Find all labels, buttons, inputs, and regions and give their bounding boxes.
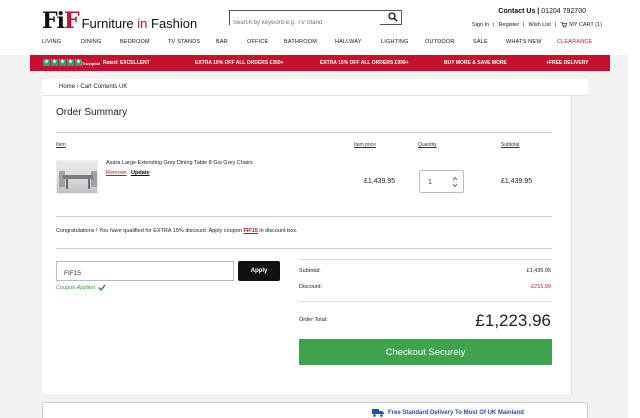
star-icon: ★: [75, 59, 82, 66]
breadcrumb: Home › Cart Contents UK: [42, 79, 588, 96]
checkmark-icon: [98, 284, 106, 291]
promo-offer-3[interactable]: BUY MORE & SAVE MORE: [444, 60, 507, 66]
divider: [56, 132, 552, 133]
site-logo[interactable]: FiF Furniture in Fashion: [42, 8, 197, 34]
item-price: £1,439.95: [364, 178, 396, 185]
phone-number: 01204 792700: [541, 8, 586, 15]
col-header-price: Item price: [354, 142, 376, 148]
nav-bathroom[interactable]: BATHROOM: [284, 39, 317, 45]
search-box: [229, 10, 402, 30]
col-header-quantity: Quantity: [418, 142, 437, 148]
remove-link[interactable]: Remove: [106, 170, 126, 176]
delivery-banner: Free Standard Delivery To Most Of UK Mai…: [42, 402, 588, 418]
divider: [299, 259, 552, 260]
cart-icon: [560, 22, 568, 28]
divider: [299, 301, 552, 302]
promo-offer-1[interactable]: EXTRA 10% OFF ALL ORDERS £350+: [195, 60, 284, 66]
contact-info: Contact Us | 01204 792700: [498, 8, 586, 15]
delivery-text: Free Standard Delivery To Most Of UK Mai…: [388, 410, 524, 416]
search-icon[interactable]: [388, 12, 398, 22]
nav-bedroom[interactable]: BEDROOM: [120, 39, 150, 45]
delivery-truck-icon: [372, 409, 384, 417]
coupon-code-link[interactable]: FIF15: [243, 228, 257, 234]
quantity-stepper: [419, 170, 464, 193]
nav-outdoor[interactable]: OUTDOOR: [425, 39, 455, 45]
trustpilot-stars: ★ ★ ★ ★ ★: [43, 59, 82, 66]
logo-text: Furniture in Fashion: [81, 16, 198, 31]
nav-whats-new[interactable]: WHATS NEW: [506, 39, 542, 45]
nav-tv-stands[interactable]: TV STANDS: [168, 39, 200, 45]
promo-banner: ★ ★ ★ ★ ★ Trustpilot Rated: EXCELLENT EX…: [30, 55, 610, 71]
page-title: Order Summary: [56, 107, 128, 118]
sign-in-link[interactable]: Sign In: [472, 22, 489, 28]
coupon-field: [56, 261, 234, 283]
quantity-input[interactable]: [428, 177, 444, 187]
col-header-subtotal: Subtotal: [501, 142, 520, 148]
nav-living[interactable]: LIVING: [42, 39, 61, 45]
apply-coupon-button[interactable]: Apply: [238, 261, 280, 281]
discount-label: Discount:: [299, 284, 322, 290]
checkout-button[interactable]: Checkout Securely: [299, 339, 552, 365]
nav-office[interactable]: OFFICE: [247, 39, 268, 45]
nav-lighting[interactable]: LIGHTING: [381, 39, 409, 45]
promo-offer-2[interactable]: EXTRA 15% OFF ALL ORDERS £999+: [320, 60, 409, 66]
update-link[interactable]: Update: [131, 170, 150, 176]
search-input[interactable]: [230, 16, 380, 30]
breadcrumb-home[interactable]: Home: [59, 84, 75, 90]
nav-dining[interactable]: DINING: [81, 39, 101, 45]
star-icon: ★: [43, 59, 50, 66]
star-icon: ★: [51, 59, 58, 66]
spinner-arrows-icon[interactable]: [452, 175, 458, 189]
product-thumbnail[interactable]: [56, 160, 98, 194]
cart-link[interactable]: MY CART (1): [560, 21, 602, 28]
order-total-label: Order Total:: [299, 317, 328, 323]
col-header-item: Item: [56, 142, 66, 148]
nav-bar[interactable]: BAR: [216, 39, 228, 45]
wishlist-link[interactable]: Wish List: [528, 22, 550, 28]
contact-us-link[interactable]: Contact Us: [498, 8, 535, 15]
promo-offer-4[interactable]: +FREE DELIVERY: [546, 60, 588, 66]
star-icon: ★: [67, 59, 74, 66]
page-edge: [628, 0, 640, 418]
trustpilot-rating: Rated: EXCELLENT: [103, 60, 150, 66]
register-link[interactable]: Register: [499, 22, 519, 28]
subtotal-label: Subtotal:: [299, 268, 321, 274]
discount-value: -£215.99: [529, 284, 551, 290]
discount-message: Congratulations ! You have qualified for…: [56, 228, 298, 234]
trustpilot-label: Trustpilot: [82, 60, 101, 66]
nav-sale[interactable]: SALE: [473, 39, 488, 45]
star-icon: ★: [59, 59, 66, 66]
coupon-applied-status: Coupon Applied: [56, 284, 106, 291]
order-total-value: £1,223.96: [475, 311, 551, 330]
subtotal-value: £1,439.95: [526, 268, 551, 274]
coupon-input[interactable]: [57, 264, 227, 283]
account-links: Sign In | Register | Wish List | MY CART (1…: [472, 21, 602, 28]
order-summary-panel: Order Summary Item Item price Quantity S…: [42, 96, 572, 394]
nav-clearance[interactable]: CLEARANCE: [557, 39, 592, 45]
product-name[interactable]: Axara Large Extending Grey Dining Table …: [106, 160, 253, 166]
main-nav: LIVING DINING BEDROOM TV STANDS BAR OFFI…: [0, 39, 640, 49]
site-header: FiF Furniture in Fashion Contact Us | 01…: [0, 0, 640, 55]
nav-hallway[interactable]: HALLWAY: [335, 39, 362, 45]
divider: [56, 248, 552, 249]
divider: [56, 216, 552, 217]
item-subtotal: £1,439.95: [501, 178, 533, 185]
breadcrumb-current: Cart Contents UK: [80, 84, 128, 90]
logo-mark: FiF: [42, 8, 80, 34]
